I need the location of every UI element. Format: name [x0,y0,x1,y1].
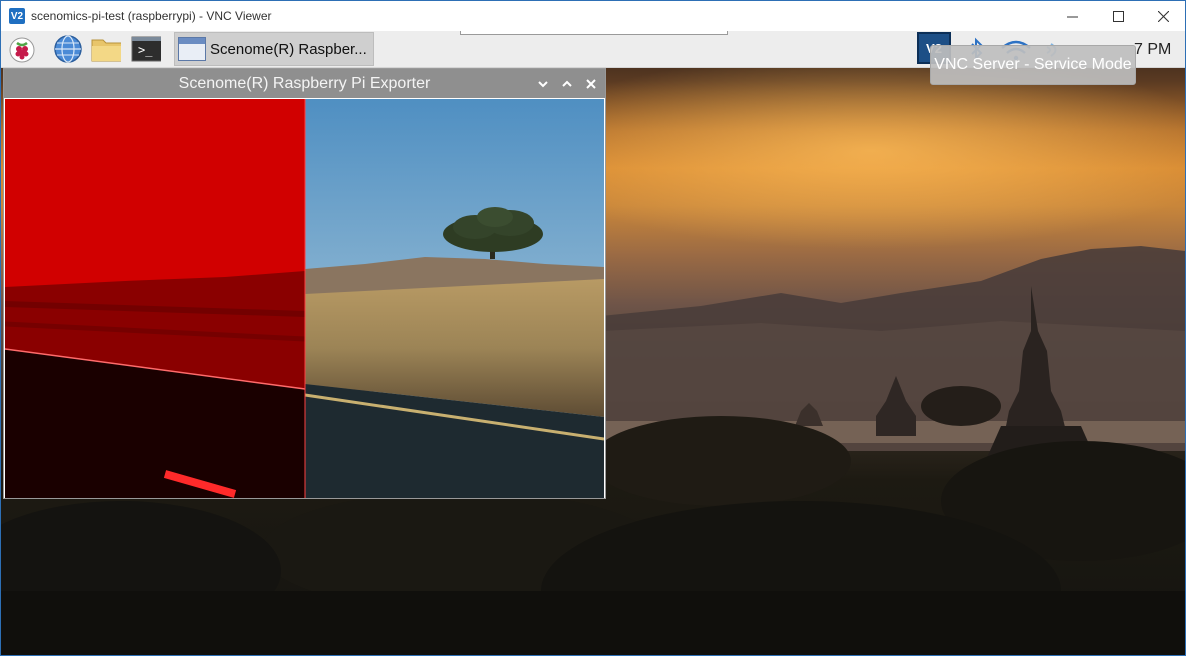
close-icon [1157,10,1169,22]
close-button[interactable] [1140,1,1185,31]
app-window-icon [178,37,206,61]
chevron-down-icon [538,81,548,88]
vnc-viewer-window: V2 scenomics-pi-test (raspberrypi) - VNC… [0,0,1186,656]
scenome-exporter-window: Scenome(R) Raspberry Pi Exporter [3,68,606,499]
app-close-button[interactable] [583,76,599,92]
maximize-button[interactable] [1095,1,1141,31]
raspberry-menu-icon[interactable] [7,34,37,64]
app-window-title: Scenome(R) Raspberry Pi Exporter [178,75,431,92]
vnc-app-icon: V2 [9,8,25,24]
window-titlebar[interactable]: V2 scenomics-pi-test (raspberrypi) - VNC… [1,1,1185,31]
app-minimize-button[interactable] [535,76,551,92]
window-title: scenomics-pi-test (raspberrypi) - VNC Vi… [31,9,272,23]
taskbar-item-label: Scenome(R) Raspber... [210,40,367,58]
file-manager-icon[interactable] [91,34,121,64]
render-viewport[interactable] [5,99,604,498]
remote-desktop[interactable]: >_ Scenome(R) Raspber... V2 [1,31,1185,655]
minimize-icon [1066,16,1078,17]
chevron-up-icon [562,80,572,87]
web-browser-icon[interactable] [53,34,83,64]
minimize-button[interactable] [1049,1,1095,31]
vnc-tooltip: VNC Server - Service Mode [930,45,1136,85]
maximize-icon [1112,10,1124,22]
app-maximize-button[interactable] [559,76,575,92]
clock[interactable]: 7 PM [1134,41,1171,59]
terminal-icon[interactable]: >_ [131,34,161,64]
rendered-scene [5,99,604,498]
terminal-glyph: >_ [138,43,153,57]
vnc-toolbar-handle[interactable] [460,31,728,35]
taskbar-item-scenome[interactable]: Scenome(R) Raspber... [174,32,374,66]
close-icon [586,79,596,89]
app-titlebar[interactable]: Scenome(R) Raspberry Pi Exporter [4,69,605,98]
